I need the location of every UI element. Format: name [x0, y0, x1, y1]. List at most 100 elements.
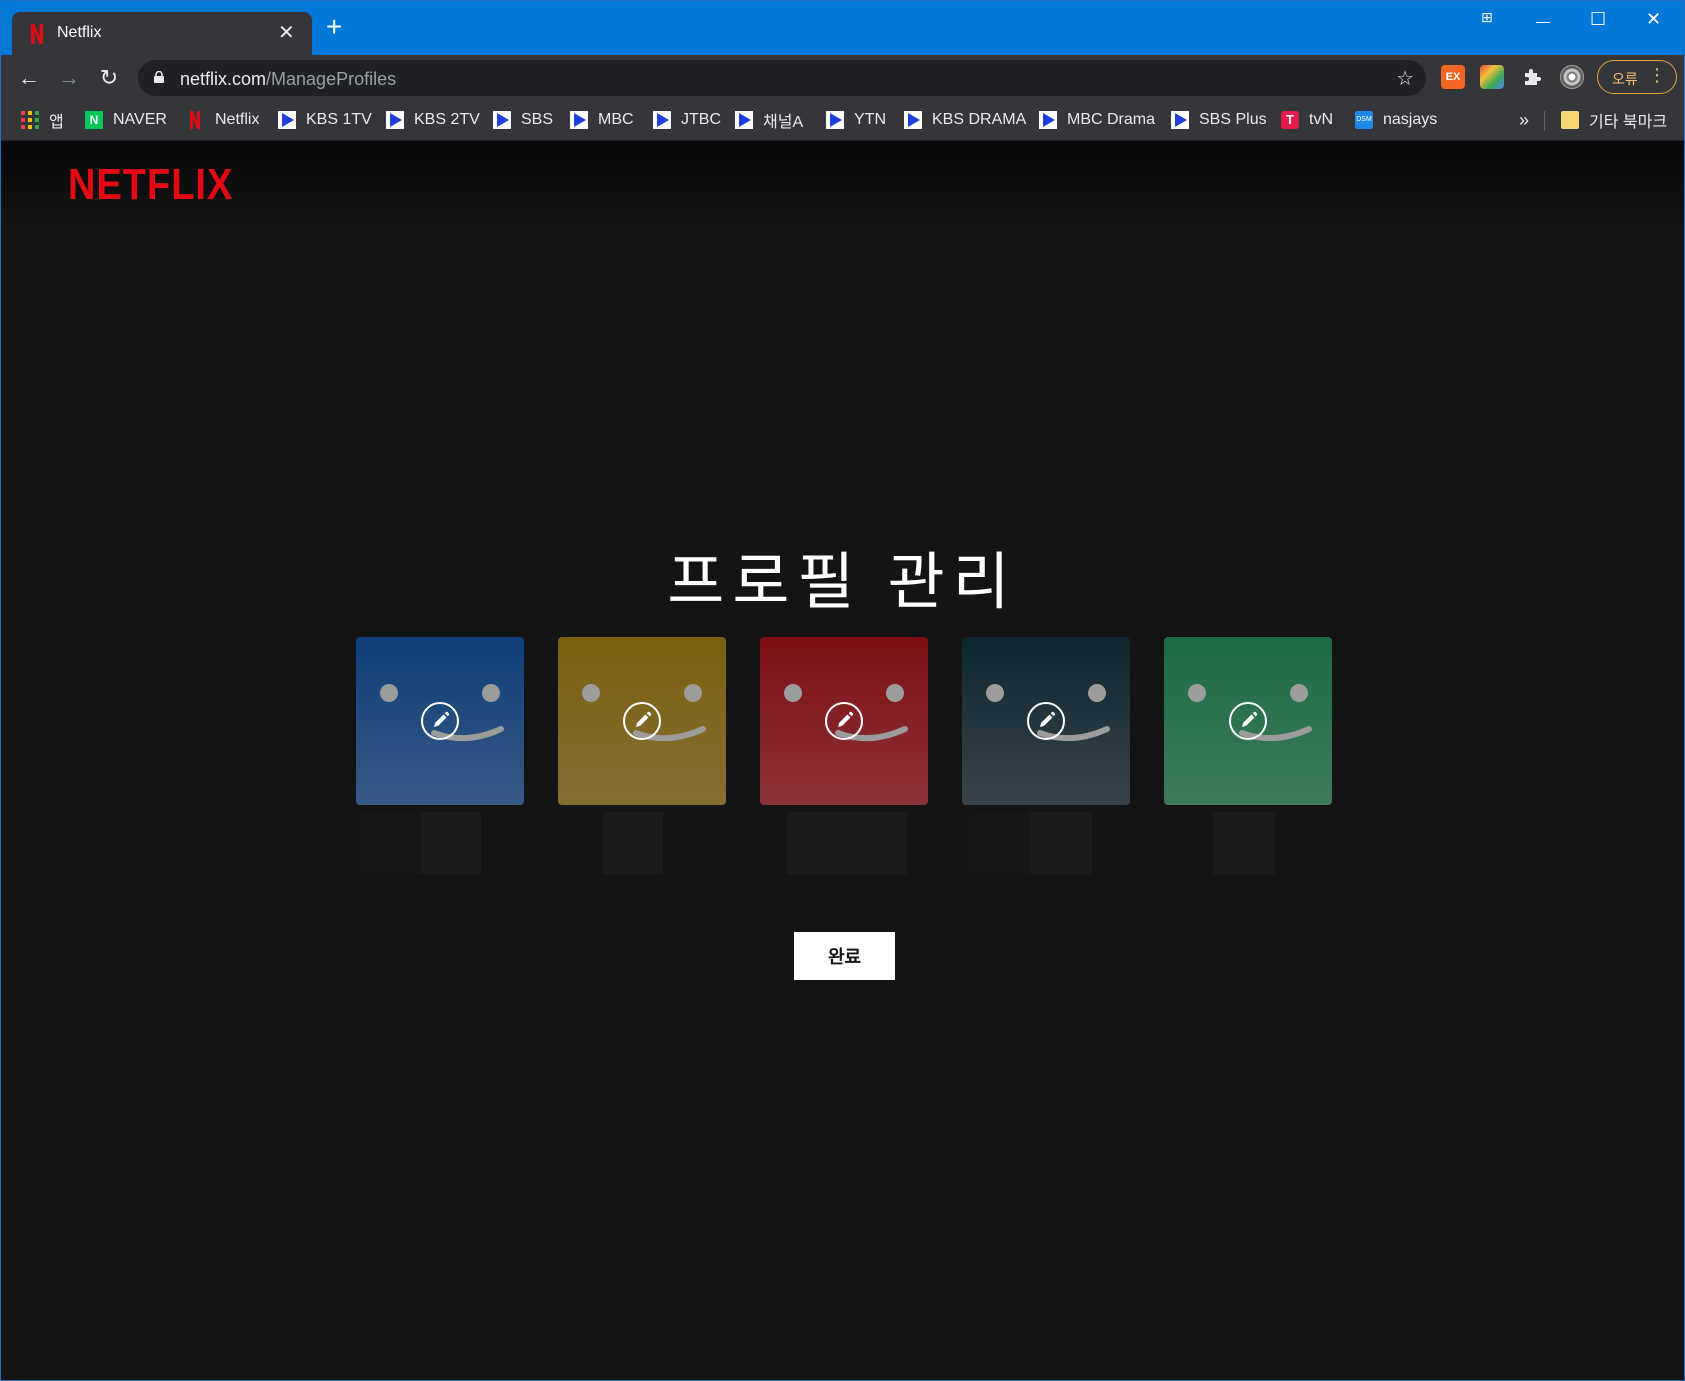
profile-name-placeholder [847, 812, 907, 874]
profile-name-placeholder [970, 812, 1030, 874]
netflix-favicon-icon [31, 24, 43, 44]
play-icon [653, 111, 671, 129]
play-icon [570, 111, 588, 129]
play-icon [1039, 111, 1057, 129]
profile-avatar[interactable] [962, 637, 1130, 805]
bookmark-sbs[interactable]: SBS [493, 109, 553, 131]
naver-icon: N [85, 111, 103, 129]
bookmark-label: Netflix [215, 111, 260, 128]
profile-name-placeholder [1213, 812, 1275, 874]
bookmark-tvn[interactable]: T tvN [1281, 109, 1333, 131]
error-menu-button[interactable]: 오류 ⋮ [1597, 60, 1677, 94]
bookmark-label: tvN [1309, 111, 1333, 128]
profile-card[interactable] [558, 637, 726, 874]
other-bookmarks[interactable]: 기타 북마크 [1561, 109, 1667, 131]
profile-card[interactable] [962, 637, 1130, 874]
bookmarks-overflow-button[interactable]: » [1519, 109, 1529, 131]
edit-pencil-icon[interactable] [1229, 702, 1267, 740]
snap-layout-icon[interactable]: ⊞ [1481, 9, 1493, 26]
bookmark-label: 기타 북마크 [1589, 114, 1668, 131]
tab-netflix[interactable]: Netflix ✕ [12, 12, 312, 55]
bookmark-label: JTBC [681, 111, 721, 128]
play-icon [1171, 111, 1189, 129]
header-gradient [1, 141, 1684, 231]
error-label: 오류 [1612, 71, 1638, 87]
bookmark-jtbc[interactable]: JTBC [653, 109, 721, 131]
profile-list [356, 637, 1332, 887]
bookmark-channel-a[interactable]: 채널A [735, 109, 803, 131]
tab-title: Netflix [57, 24, 102, 41]
tab-close-icon[interactable]: ✕ [278, 20, 295, 45]
bookmark-label: KBS 1TV [306, 111, 372, 128]
bookmark-label: NAVER [113, 111, 167, 128]
bookmarks-divider [1544, 111, 1545, 131]
address-bar[interactable]: netflix.com/ManageProfiles ☆ [138, 60, 1426, 96]
close-window-button[interactable]: ✕ [1646, 9, 1661, 30]
profile-avatar[interactable] [1164, 637, 1332, 805]
maximize-button[interactable]: ☐ [1590, 9, 1606, 30]
bookmark-label: KBS DRAMA [932, 111, 1027, 128]
edit-pencil-icon[interactable] [421, 702, 459, 740]
bookmark-apps[interactable]: 앱 [21, 109, 64, 131]
reload-button[interactable]: ↻ [96, 65, 122, 91]
profile-name-placeholder [603, 812, 663, 874]
bookmark-kbs2tv[interactable]: KBS 2TV [386, 109, 480, 131]
page-content: NETFLIX 프로필 관리 완료 [1, 141, 1684, 1380]
profile-avatar[interactable] [558, 637, 726, 805]
bookmark-label: 앱 [49, 114, 64, 131]
bookmark-mbc[interactable]: MBC [570, 109, 634, 131]
bookmark-kbs1tv[interactable]: KBS 1TV [278, 109, 372, 131]
bookmark-label: SBS [521, 111, 554, 128]
forward-button[interactable]: → [56, 65, 82, 91]
more-menu-icon: ⋮ [1648, 65, 1666, 85]
profile-avatar-icon[interactable] [1560, 65, 1584, 89]
profile-card[interactable] [1164, 637, 1332, 874]
play-icon [826, 111, 844, 129]
folder-icon [1561, 111, 1579, 129]
profile-card[interactable] [356, 637, 524, 874]
apps-grid-icon [21, 111, 39, 129]
bookmark-ytn[interactable]: YTN [826, 109, 886, 131]
netflix-logo[interactable]: NETFLIX [68, 161, 233, 210]
play-icon [278, 111, 296, 129]
edit-pencil-icon[interactable] [825, 702, 863, 740]
title-bar: Netflix ✕ + ⊞ — ☐ ✕ [1, 1, 1684, 55]
browser-window: Netflix ✕ + ⊞ — ☐ ✕ ← → ↻ netflix.com/Ma… [0, 0, 1685, 1381]
done-button[interactable]: 완료 [794, 932, 895, 980]
url-path: /ManageProfiles [266, 69, 397, 89]
back-button[interactable]: ← [16, 65, 42, 91]
puzzle-extension-icon[interactable] [1520, 65, 1544, 89]
bookmark-netflix[interactable]: Netflix [187, 109, 259, 131]
profile-name-placeholder [1030, 812, 1092, 874]
bookmark-label: nasjays [1383, 111, 1438, 128]
bookmark-label: SBS Plus [1199, 111, 1267, 128]
edit-pencil-icon[interactable] [1027, 702, 1065, 740]
profile-avatar[interactable] [760, 637, 928, 805]
profile-name-placeholder [421, 812, 481, 874]
profile-name-placeholder [361, 812, 421, 874]
bookmarks-bar: 앱 N NAVER Netflix KBS 1TV KBS 2TV SBS MB… [1, 101, 1684, 141]
tvn-icon: T [1281, 111, 1299, 129]
bookmark-mbc-drama[interactable]: MBC Drama [1039, 109, 1155, 131]
bookmark-sbs-plus[interactable]: SBS Plus [1171, 109, 1267, 131]
url-host: netflix.com [180, 69, 267, 89]
profile-card[interactable] [760, 637, 928, 874]
bookmark-label: KBS 2TV [414, 111, 480, 128]
dsm-icon: DSM [1355, 111, 1373, 129]
page-title: 프로필 관리 [667, 548, 1018, 617]
netflix-icon [190, 111, 200, 129]
cast-extension-icon[interactable] [1480, 65, 1504, 89]
new-tab-button[interactable]: + [326, 13, 342, 41]
minimize-button[interactable]: — [1536, 13, 1550, 29]
edit-pencil-icon[interactable] [623, 702, 661, 740]
url-text: netflix.com/ManageProfiles [180, 69, 396, 90]
profile-avatar[interactable] [356, 637, 524, 805]
bookmark-label: YTN [854, 111, 886, 128]
bookmark-naver[interactable]: N NAVER [85, 109, 167, 131]
bookmark-kbs-drama[interactable]: KBS DRAMA [904, 109, 1026, 131]
lock-icon [154, 71, 164, 83]
ex-extension-icon[interactable]: EX [1441, 65, 1465, 89]
play-icon [493, 111, 511, 129]
bookmark-nasjays[interactable]: DSM nasjays [1355, 109, 1437, 131]
bookmark-star-icon[interactable]: ☆ [1396, 66, 1414, 91]
